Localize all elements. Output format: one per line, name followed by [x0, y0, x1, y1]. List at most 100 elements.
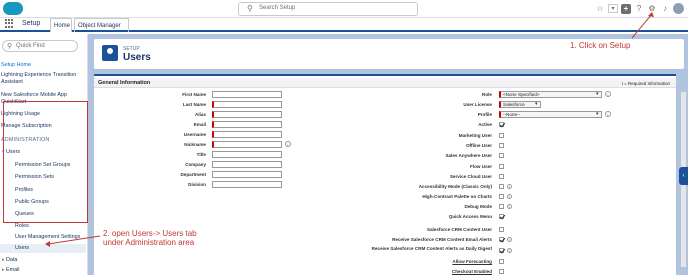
- app-nav-bar: Setup Home Object Manager ▾: [0, 18, 688, 43]
- avatar[interactable]: [673, 3, 684, 14]
- checkbox[interactable]: [499, 214, 504, 219]
- checkbox[interactable]: [499, 259, 504, 264]
- quick-find-placeholder: Quick Find: [16, 43, 45, 49]
- plus-icon[interactable]: +: [621, 3, 631, 14]
- field-label: Active: [478, 122, 492, 127]
- info-icon[interactable]: i: [605, 111, 611, 117]
- sidebar-item-email-label: Email: [6, 267, 20, 273]
- field-label: Username: [183, 132, 206, 137]
- info-icon[interactable]: i: [605, 91, 611, 97]
- tab-object-manager[interactable]: Object Manager ▾: [74, 18, 129, 43]
- chevron-down-icon: ▾: [535, 101, 538, 107]
- required-note: I = Required Information: [621, 81, 670, 86]
- text-input[interactable]: [212, 101, 282, 108]
- select-field[interactable]: --None--: [499, 111, 602, 118]
- section-header: General Information I = Required Informa…: [94, 78, 676, 88]
- annotation-step2: 2. open Users-> Users tab under Administ…: [103, 229, 197, 247]
- field-label: Nickname: [184, 142, 206, 147]
- search-input[interactable]: ⚲ Search Setup: [238, 2, 418, 16]
- field-label: Checkout Enabled: [451, 269, 492, 274]
- field-label: Accessibility Mode (Classic Only): [418, 184, 492, 189]
- annotation-step1: 1. Click on Setup: [570, 41, 631, 50]
- global-header: ⚲ Search Setup ☆ ▾ + ? ⚙ ♪: [0, 0, 688, 18]
- checkbox[interactable]: [499, 248, 504, 253]
- field-label: Sales Anywhere User: [445, 153, 492, 158]
- text-input[interactable]: [212, 121, 282, 128]
- bell-icon[interactable]: ♪: [660, 4, 670, 14]
- field-label: Alias: [195, 112, 206, 117]
- tab-object-manager-label: Object Manager: [78, 23, 121, 29]
- sidebar-item-setup-home[interactable]: Setup Home: [1, 62, 87, 69]
- help-icon[interactable]: ?: [634, 4, 644, 14]
- search-placeholder: Search Setup: [259, 5, 296, 11]
- field-label: Department: [180, 172, 206, 177]
- field-label: Company: [185, 162, 206, 167]
- info-icon[interactable]: i: [507, 248, 512, 253]
- sidebar-item-email[interactable]: ▸ Email: [2, 267, 20, 274]
- info-icon[interactable]: i: [507, 184, 512, 189]
- field-label: Marketing User: [458, 133, 492, 138]
- field-label: Email: [193, 122, 206, 127]
- text-input[interactable]: [212, 131, 282, 138]
- sidebar-item-lightning-transition[interactable]: Lightning Experience Transition Assistan…: [1, 72, 87, 86]
- checkbox[interactable]: [499, 184, 504, 189]
- users-icon: [102, 45, 118, 61]
- administration-highlight-box: [3, 101, 88, 223]
- field-label: Receive Salesforce CRM Content Alerts as…: [371, 246, 492, 251]
- info-icon[interactable]: i: [507, 204, 512, 209]
- field-label: Title: [196, 152, 206, 157]
- page-title: Users: [123, 52, 151, 63]
- checkbox[interactable]: [499, 133, 504, 138]
- checkbox[interactable]: [499, 227, 504, 232]
- sidebar-item-roles[interactable]: Roles: [15, 223, 29, 230]
- chevron-down-icon[interactable]: ▾: [608, 4, 618, 13]
- field-label: User License: [463, 102, 492, 107]
- field-label: Division: [188, 182, 206, 187]
- app-name: Setup: [22, 20, 41, 27]
- star-icon[interactable]: ☆: [595, 4, 605, 14]
- field-label: Role: [482, 92, 492, 97]
- field-label: Service Cloud User: [449, 174, 492, 179]
- search-icon: ⚲: [7, 43, 13, 50]
- checkbox[interactable]: [499, 269, 504, 274]
- sidebar-item-user-management-settings[interactable]: User Management Settings: [15, 234, 80, 241]
- quick-find-input[interactable]: ⚲ Quick Find: [2, 40, 78, 52]
- checkbox[interactable]: [499, 164, 504, 169]
- sidebar-item-data[interactable]: ▸ Data: [2, 257, 17, 264]
- info-icon[interactable]: i: [507, 194, 512, 199]
- checkbox[interactable]: [499, 143, 504, 148]
- field-label: Profile: [477, 112, 492, 117]
- field-label: Quick Access Menu: [448, 214, 492, 219]
- field-label: First Name: [182, 92, 206, 97]
- text-input[interactable]: [212, 91, 282, 98]
- chevron-down-icon: ▾: [596, 91, 599, 97]
- checkbox[interactable]: [499, 122, 504, 127]
- info-icon[interactable]: i: [507, 237, 512, 242]
- sidebar-item-data-label: Data: [6, 257, 18, 263]
- gear-icon[interactable]: ⚙: [647, 4, 657, 14]
- text-input[interactable]: [212, 151, 282, 158]
- field-label: Allow Forecasting: [452, 259, 492, 264]
- field-label: Debug Mode: [464, 204, 492, 209]
- salesforce-logo[interactable]: [3, 2, 23, 15]
- field-label: Salesforce CRM Content User: [426, 227, 492, 232]
- info-icon[interactable]: i: [285, 141, 291, 147]
- sidebar-item-users[interactable]: Users: [0, 244, 86, 253]
- chevron-down-icon: ▾: [596, 111, 599, 117]
- text-input[interactable]: [212, 171, 282, 178]
- checkbox[interactable]: [499, 153, 504, 158]
- checkbox[interactable]: [499, 237, 504, 242]
- text-input[interactable]: [212, 111, 282, 118]
- select-field[interactable]: <None Specified>: [499, 91, 602, 98]
- text-input[interactable]: [212, 181, 282, 188]
- text-input[interactable]: [212, 161, 282, 168]
- checkbox[interactable]: [499, 194, 504, 199]
- text-input[interactable]: [212, 141, 282, 148]
- annotation-step2-line2: under Administration area: [103, 238, 195, 247]
- checkbox[interactable]: [499, 204, 504, 209]
- tab-home[interactable]: Home: [50, 18, 72, 32]
- app-launcher-icon[interactable]: [5, 19, 14, 28]
- collapse-panel-button[interactable]: ‹: [679, 167, 688, 185]
- checkbox[interactable]: [499, 174, 504, 179]
- field-label: Flow User: [470, 164, 492, 169]
